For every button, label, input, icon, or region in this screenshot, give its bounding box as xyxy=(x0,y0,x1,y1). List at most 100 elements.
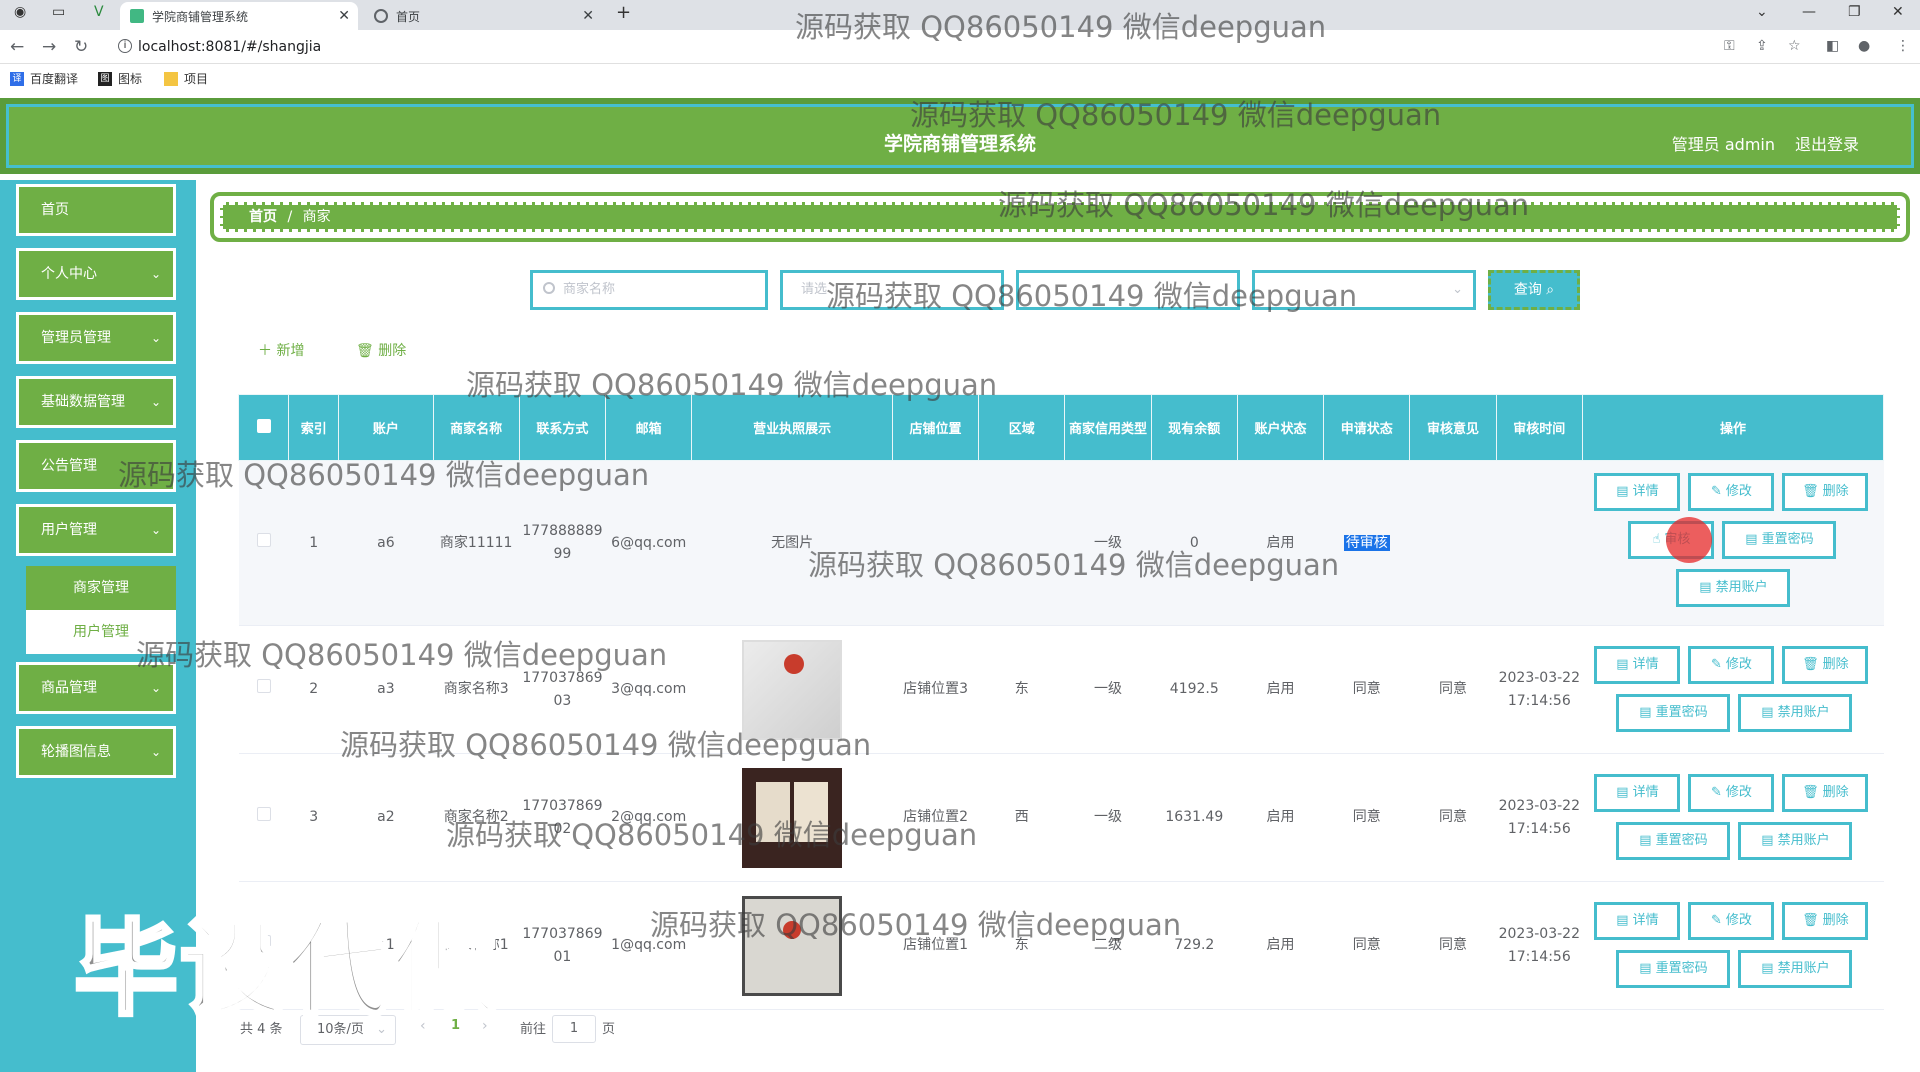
restore-icon[interactable]: ❐ xyxy=(1848,4,1861,20)
trash-icon: 🗑 xyxy=(1802,785,1819,800)
document-icon: ▤ xyxy=(1616,657,1629,672)
row-checkbox[interactable] xyxy=(256,532,271,547)
breadcrumb-home[interactable]: 首页 xyxy=(249,209,277,225)
batch-delete-button[interactable]: 🗑 删除 xyxy=(356,340,406,360)
cell-email: 2@qq.com xyxy=(605,753,692,882)
cell-phone: 17703786901 xyxy=(519,881,606,1010)
status-select[interactable]: ⌄ xyxy=(1252,270,1476,310)
table-row: 3 a2 商家名称2 17703786902 2@qq.com 店铺位置2 西 … xyxy=(238,753,1884,882)
cell-time: 2023-03-22 17:14:56 xyxy=(1496,881,1583,1010)
sidebar-item-home[interactable]: 首页 xyxy=(16,184,176,236)
minimize-icon[interactable]: — xyxy=(1802,4,1816,20)
reset-password-button[interactable]: ▤ 重置密码 xyxy=(1722,521,1837,559)
close-tab-icon[interactable]: ✕ xyxy=(582,8,594,24)
cell-ops: ▤ 详情 ✎ 修改 🗑 删除 ▤ 重置密码 ▤ 禁用账户 xyxy=(1582,753,1884,882)
sidebar-item-carousel[interactable]: 轮播图信息 ⌄ xyxy=(16,726,176,778)
disable-account-button[interactable]: ▤ 禁用账户 xyxy=(1738,694,1853,732)
side-panel-icon[interactable]: ◧ xyxy=(1826,38,1839,54)
edit-button[interactable]: ✎ 修改 xyxy=(1688,646,1775,684)
cell-account: a3 xyxy=(338,625,434,754)
license-image[interactable] xyxy=(742,767,843,868)
cell-license xyxy=(691,625,893,754)
delete-button[interactable]: 🗑 删除 xyxy=(1782,473,1869,511)
star-icon[interactable]: ☆ xyxy=(1788,38,1801,54)
sidebar-subitem-users[interactable]: 用户管理 xyxy=(26,610,176,654)
cell-opinion xyxy=(1409,460,1497,626)
detail-button[interactable]: ▤ 详情 xyxy=(1594,473,1681,511)
delete-button[interactable]: 🗑 删除 xyxy=(1782,902,1869,940)
browser-menu-icon[interactable]: ◉ xyxy=(14,4,26,20)
sidebar-item-goods[interactable]: 商品管理 ⌄ xyxy=(16,662,176,714)
disable-account-button[interactable]: ▤ 禁用账户 xyxy=(1738,822,1853,860)
license-image[interactable] xyxy=(742,895,843,996)
filter-input-2[interactable]: 请选 xyxy=(780,270,1004,310)
filter-input-3[interactable] xyxy=(1016,270,1240,310)
page-title: 学院商铺管理系统 xyxy=(883,133,1036,155)
detail-button[interactable]: ▤ 详情 xyxy=(1594,646,1681,684)
edit-button[interactable]: ✎ 修改 xyxy=(1688,774,1775,812)
tab-active[interactable]: 学院商铺管理系统 ✕ xyxy=(120,2,358,30)
bookmark-icons[interactable]: 图图标 xyxy=(98,70,142,87)
header-index: 索引 xyxy=(288,394,340,461)
cell-apply: 待审核 xyxy=(1323,460,1410,626)
detail-button[interactable]: ▤ 详情 xyxy=(1594,774,1681,812)
query-button[interactable]: 查询 ⌕ xyxy=(1488,270,1580,310)
disable-account-button[interactable]: ▤ 禁用账户 xyxy=(1676,569,1791,607)
header-time: 审核时间 xyxy=(1495,394,1583,461)
trash-icon: 🗑 xyxy=(1802,913,1819,928)
sidebar-subitem-merchants[interactable]: 商家管理 xyxy=(26,566,176,610)
merchant-name-input[interactable]: 商家名称 xyxy=(530,270,768,310)
cell-region: 东 xyxy=(978,881,1065,1010)
vue-tab-icon[interactable]: V xyxy=(94,4,104,20)
info-icon[interactable]: i xyxy=(118,39,132,53)
sidebar-item-profile[interactable]: 个人中心 ⌄ xyxy=(16,248,176,300)
forward-icon[interactable]: → xyxy=(42,37,56,57)
header-select-all[interactable] xyxy=(237,394,290,461)
delete-button[interactable]: 🗑 删除 xyxy=(1782,774,1869,812)
sidebar-item-admin[interactable]: 管理员管理 ⌄ xyxy=(16,312,176,364)
sidebar-item-basedata[interactable]: 基础数据管理 ⌄ xyxy=(16,376,176,428)
cell-apply: 同意 xyxy=(1323,625,1410,754)
more-icon[interactable]: ⋮ xyxy=(1896,38,1910,54)
add-button[interactable]: ＋ 新增 xyxy=(258,340,304,360)
close-tab-icon[interactable]: ✕ xyxy=(338,8,350,24)
profile-icon[interactable]: ● xyxy=(1858,38,1870,54)
tab-home[interactable]: 首页 ✕ xyxy=(364,2,602,30)
detail-button[interactable]: ▤ 详情 xyxy=(1594,902,1681,940)
disable-account-button[interactable]: ▤ 禁用账户 xyxy=(1738,950,1853,988)
logout-link[interactable]: 退出登录 xyxy=(1795,131,1859,155)
reload-icon[interactable]: ↻ xyxy=(74,37,88,57)
globe-icon xyxy=(374,9,388,23)
reset-password-button[interactable]: ▤ 重置密码 xyxy=(1616,950,1731,988)
header-license: 营业执照展示 xyxy=(691,394,893,461)
close-window-icon[interactable]: ✕ xyxy=(1892,4,1904,20)
cell-index: 3 xyxy=(288,753,339,882)
delete-button[interactable]: 🗑 删除 xyxy=(1782,646,1869,684)
edit-button[interactable]: ✎ 修改 xyxy=(1688,473,1775,511)
tab-search-icon[interactable]: ⌄ xyxy=(1756,4,1768,20)
cell-status: 启用 xyxy=(1237,881,1324,1010)
url-field[interactable]: i localhost:8081/#/shangjia xyxy=(110,34,1730,60)
bookmark-translate[interactable]: 译百度翻译 xyxy=(10,70,78,87)
document-icon: ▤ xyxy=(1616,785,1629,800)
row-checkbox[interactable] xyxy=(256,807,271,821)
reset-password-button[interactable]: ▤ 重置密码 xyxy=(1616,822,1731,860)
back-icon[interactable]: ← xyxy=(10,37,24,57)
share-icon[interactable]: ⇪ xyxy=(1756,38,1768,54)
key-icon[interactable]: ⚿ xyxy=(1724,38,1735,54)
new-tab-icon[interactable]: + xyxy=(616,2,631,23)
row-checkbox[interactable] xyxy=(256,679,271,693)
breadcrumb-current: 商家 xyxy=(302,209,331,225)
checkbox[interactable] xyxy=(256,418,271,433)
edit-button[interactable]: ✎ 修改 xyxy=(1688,902,1775,940)
table-header: 索引 账户 商家名称 联系方式 邮箱 营业执照展示 店铺位置 区域 商家信用类型… xyxy=(237,394,1885,461)
goto-page-input[interactable]: 1 xyxy=(552,1015,596,1043)
bookmark-project[interactable]: 项目 xyxy=(164,70,208,87)
tab-strip-icon[interactable]: ▭ xyxy=(52,4,65,20)
reset-password-button[interactable]: ▤ 重置密码 xyxy=(1616,694,1731,732)
cell-credit: 一级 xyxy=(1064,460,1152,626)
header-account: 账户 xyxy=(338,394,434,461)
sidebar-item-users[interactable]: 用户管理 ⌄ xyxy=(16,504,176,556)
license-image[interactable] xyxy=(742,639,843,740)
sidebar-item-notice[interactable]: 公告管理 xyxy=(16,440,176,492)
